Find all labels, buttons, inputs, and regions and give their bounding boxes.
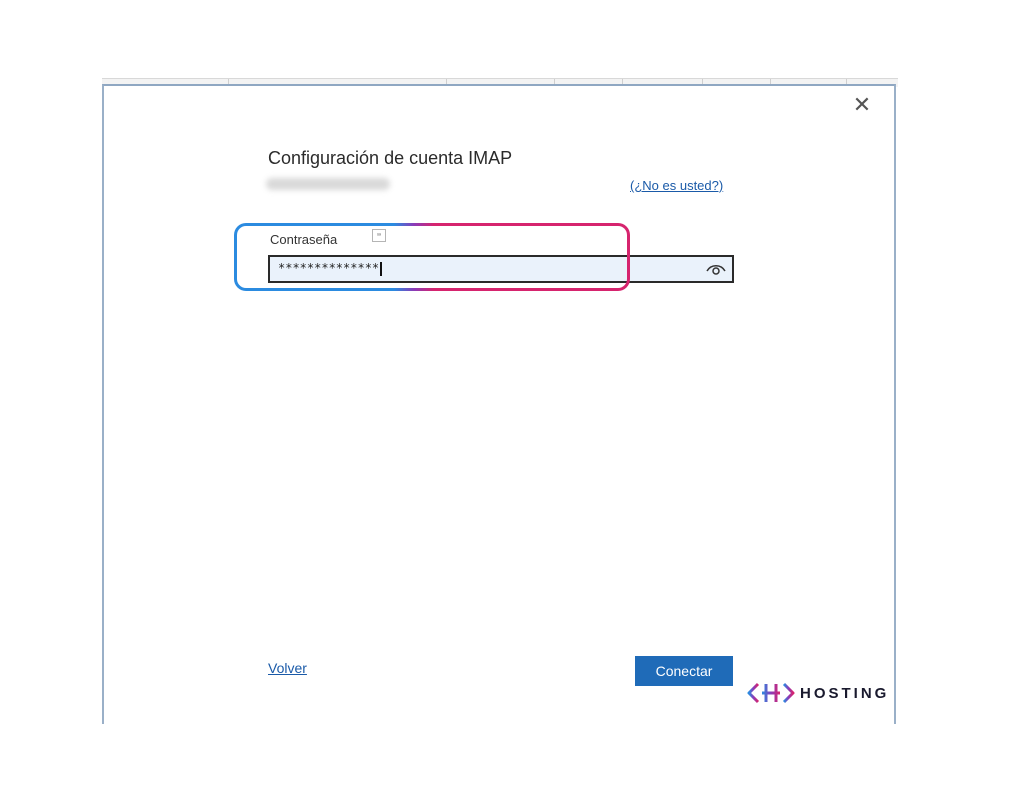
imap-setup-dialog: ✕ Configuración de cuenta IMAP (¿No es u…: [102, 84, 896, 724]
hosting-logo-icon: [747, 682, 795, 704]
blurred-email: [266, 178, 390, 190]
eye-icon[interactable]: [706, 262, 726, 276]
connect-button[interactable]: Conectar: [635, 656, 733, 686]
back-link[interactable]: Volver: [268, 660, 307, 676]
not-you-link[interactable]: (¿No es usted?): [630, 178, 723, 193]
highlight-annotation-left: [234, 223, 414, 291]
close-icon[interactable]: ✕: [850, 94, 874, 118]
hosting-logo: HOSTING: [746, 680, 889, 706]
logo-text: HOSTING: [800, 684, 890, 702]
dialog-title: Configuración de cuenta IMAP: [268, 148, 513, 168]
highlight-annotation-right: [394, 223, 630, 291]
